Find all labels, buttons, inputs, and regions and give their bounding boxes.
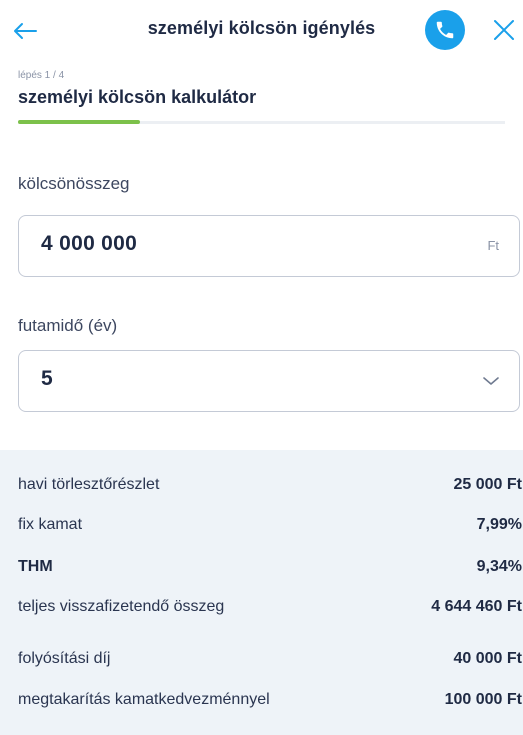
summary-label: THM xyxy=(18,558,53,575)
loan-summary-panel: havi törlesztőrészlet 25 000 Ft fix kama… xyxy=(0,450,523,735)
summary-value: 40 000 Ft xyxy=(453,650,522,667)
term-value: 5 xyxy=(41,367,53,390)
summary-value: 100 000 Ft xyxy=(444,691,522,708)
summary-row-disbursement-fee: folyósítási díj 40 000 Ft xyxy=(18,650,522,668)
summary-row-fixed-rate: fix kamat 7,99% xyxy=(18,516,522,534)
summary-label: teljes visszafizetendő összeg xyxy=(18,598,225,615)
call-button[interactable] xyxy=(425,10,465,50)
summary-value: 7,99% xyxy=(476,516,522,533)
summary-value: 9,34% xyxy=(476,558,522,575)
currency-unit: Ft xyxy=(487,238,499,253)
chevron-down-icon xyxy=(483,377,499,385)
amount-label: kölcsönösszeg xyxy=(18,174,130,193)
close-icon xyxy=(494,20,514,40)
summary-row-interest-savings: megtakarítás kamatkedvezménnyel 100 000 … xyxy=(18,691,522,709)
summary-row-monthly-payment: havi törlesztőrészlet 25 000 Ft xyxy=(18,476,522,494)
summary-value: 25 000 Ft xyxy=(453,476,522,493)
summary-label: havi törlesztőrészlet xyxy=(18,476,160,493)
close-button[interactable] xyxy=(486,12,522,48)
app-header: személyi kölcsön igénylés xyxy=(0,0,523,62)
amount-value: 4 000 000 xyxy=(41,232,138,255)
progress-fill xyxy=(18,120,140,124)
summary-label: fix kamat xyxy=(18,516,83,533)
term-label: futamidő (év) xyxy=(18,316,118,335)
term-select[interactable]: 5 xyxy=(18,350,520,412)
step-indicator: lépés 1 / 4 xyxy=(18,70,65,81)
summary-label: folyósítási díj xyxy=(18,650,111,667)
phone-icon xyxy=(436,21,454,39)
summary-label: megtakarítás kamatkedvezménnyel xyxy=(18,691,270,708)
step-title: személyi kölcsön kalkulátor xyxy=(18,87,257,107)
summary-value: 4 644 460 Ft xyxy=(431,598,522,615)
summary-row-total-repayment: teljes visszafizetendő összeg 4 644 460 … xyxy=(18,598,522,616)
summary-row-thm: THM 9,34% xyxy=(18,558,522,576)
amount-input[interactable]: 4 000 000 Ft xyxy=(18,215,520,277)
